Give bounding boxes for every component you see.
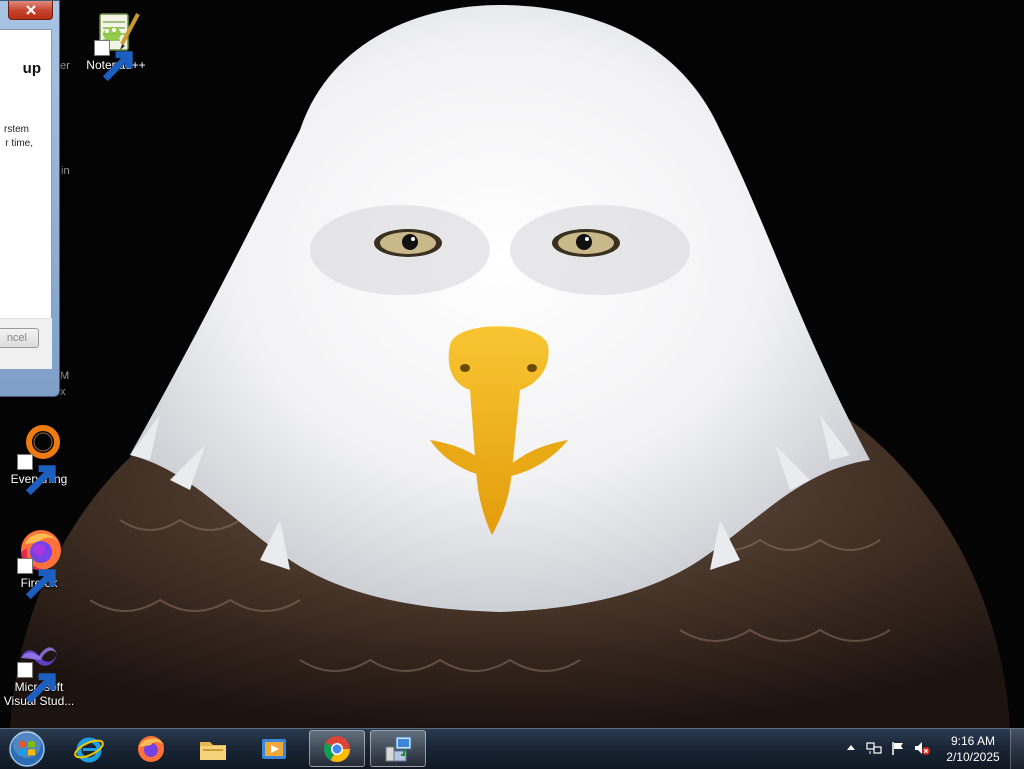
show-hidden-icons-arrow[interactable] — [843, 740, 859, 756]
chrome-icon — [323, 735, 351, 762]
taskbar-internet-explorer-button[interactable] — [61, 730, 117, 767]
taskbar-firefox-button[interactable] — [123, 730, 179, 767]
close-button[interactable] — [8, 1, 53, 20]
desktop[interactable]: er in M x Notepad++ Everything Firefox M… — [0, 0, 1024, 728]
show-desktop-button[interactable] — [1010, 729, 1024, 769]
desktop-icon-firefox[interactable]: Firefox — [1, 526, 77, 600]
desktop-icon-notepad-plus-plus[interactable]: Notepad++ — [78, 8, 154, 82]
clock-time: 9:16 AM — [950, 734, 996, 748]
folder-icon — [200, 741, 226, 760]
cancel-button[interactable]: ncel — [0, 328, 39, 348]
taskbar-setup-program-button[interactable] — [370, 730, 426, 767]
firefox-icon — [15, 526, 63, 600]
notepad-plus-plus-icon — [92, 8, 140, 82]
setup-dialog-window[interactable]: up rstem r time, ncel — [0, 0, 60, 397]
partial-desktop-label: er — [60, 60, 70, 72]
installer-icon — [385, 736, 412, 761]
internet-explorer-icon — [74, 737, 104, 762]
partial-desktop-label: x — [60, 386, 66, 398]
media-player-icon — [262, 738, 286, 759]
clock-date: 2/10/2025 — [946, 750, 1000, 764]
partial-desktop-label: in — [61, 165, 70, 177]
dialog-footer: ncel — [0, 318, 52, 369]
dialog-body-text: r time, — [5, 138, 33, 149]
close-icon — [25, 5, 36, 15]
eagle-wallpaper — [0, 0, 1024, 728]
action-center-flag-icon[interactable] — [890, 740, 906, 756]
clock[interactable]: 9:16 AM 2/10/2025 — [938, 733, 1008, 765]
shortcut-arrow-icon — [94, 40, 133, 82]
start-button[interactable] — [4, 730, 50, 768]
network-icon[interactable] — [866, 740, 882, 756]
volume-muted-icon[interactable] — [914, 740, 930, 756]
firefox-icon — [138, 735, 164, 762]
taskbar-file-explorer-button[interactable] — [185, 730, 241, 767]
shortcut-arrow-icon — [17, 662, 56, 704]
desktop-icon-visual-studio[interactable]: Microsoft Visual Stud... — [1, 630, 77, 708]
visual-studio-icon — [15, 630, 63, 704]
windows-start-orb-icon — [9, 730, 45, 767]
dialog-heading: up — [22, 60, 41, 77]
taskbar-chrome-button[interactable] — [309, 730, 365, 767]
desktop-icon-everything[interactable]: Everything — [1, 422, 77, 496]
shortcut-arrow-icon — [17, 454, 56, 496]
dialog-body-text: rstem — [4, 124, 29, 135]
shortcut-arrow-icon — [17, 558, 56, 600]
everything-search-icon — [15, 422, 63, 496]
taskbar-media-player-button[interactable] — [246, 730, 302, 767]
partial-desktop-label: M — [60, 370, 70, 382]
taskbar: 9:16 AM 2/10/2025 — [0, 728, 1024, 769]
